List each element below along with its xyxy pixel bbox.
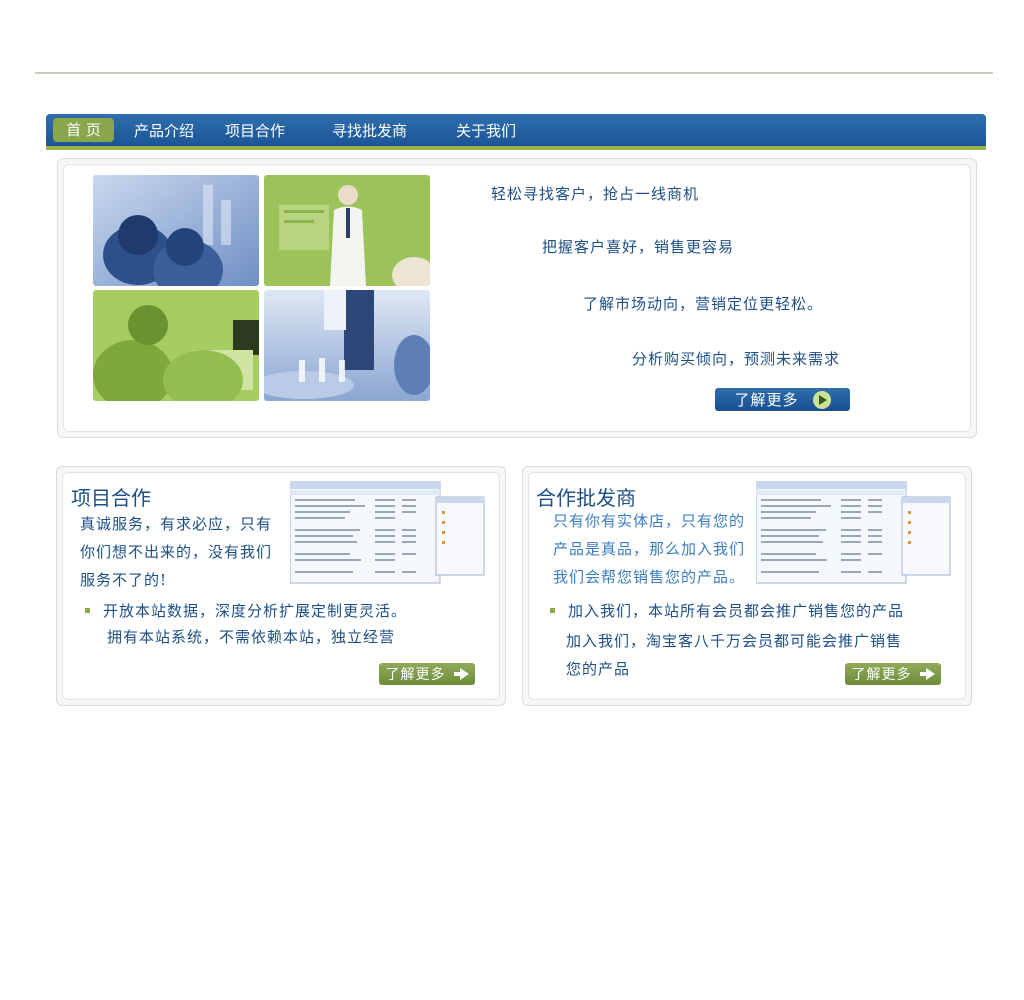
project-intro-line-2: 你们想不出来的，没有我们 [80, 543, 273, 561]
top-divider [35, 72, 993, 74]
photo-people-blue [93, 175, 259, 286]
project-bullet-subtext: 拥有本站系统，不需依赖本站，独立经营 [107, 628, 396, 646]
wholesale-software-screenshot [756, 481, 952, 585]
project-software-screenshot [290, 481, 486, 585]
hero-photo-collage [93, 175, 430, 401]
photo-meeting-blue [264, 290, 430, 401]
hero-line-1: 轻松寻找客户，抢占一线商机 [491, 185, 700, 203]
nav-find-wholesaler[interactable]: 寻找批发商 [332, 120, 407, 141]
hero-line-3: 了解市场动向，营销定位更轻松。 [583, 295, 824, 313]
hero-learn-more-button[interactable]: 了解更多 [715, 388, 850, 411]
nav-home[interactable]: 首 页 [53, 118, 114, 142]
hero-line-2: 把握客户喜好，销售更容易 [542, 238, 735, 256]
project-intro-line-3: 服务不了的! [80, 571, 168, 589]
wholesale-bullet-text: 加入我们，本站所有会员都会推广销售您的产品 [568, 602, 905, 620]
project-learn-more-label: 了解更多 [385, 667, 446, 683]
project-title: 项目合作 [71, 486, 151, 510]
wholesale-bullet-subtext-2: 您的产品 [566, 660, 631, 678]
arrow-right-icon [453, 668, 469, 680]
project-bullet-text: 开放本站数据，深度分析扩展定制更灵活。 [103, 602, 408, 620]
nav-projects[interactable]: 项目合作 [225, 120, 285, 141]
project-bullet-marker [85, 608, 90, 613]
nav-products[interactable]: 产品介绍 [134, 120, 194, 141]
hero-learn-more-label: 了解更多 [734, 391, 799, 409]
photo-laptop-green [93, 290, 259, 401]
nav-about[interactable]: 关于我们 [456, 120, 516, 141]
wholesale-bullet-marker [550, 608, 555, 613]
main-nav: 首 页 产品介绍 项目合作 寻找批发商 关于我们 [46, 114, 986, 150]
wholesale-intro-line-2: 产品是真品，那么加入我们 [553, 540, 746, 558]
wholesale-intro-line-1: 只有你有实体店，只有您的 [553, 512, 746, 530]
wholesale-bullet-subtext: 加入我们，淘宝客八千万会员都可能会推广销售 [566, 632, 903, 650]
wholesale-learn-more-button[interactable]: 了解更多 [845, 663, 941, 685]
wholesale-learn-more-label: 了解更多 [851, 667, 912, 683]
wholesale-intro-line-3: 我们会帮您销售您的产品。 [553, 568, 746, 586]
project-intro-line-1: 真诚服务，有求必应，只有 [80, 515, 273, 533]
arrow-right-icon [812, 390, 831, 409]
project-learn-more-button[interactable]: 了解更多 [379, 663, 475, 685]
arrow-right-icon [919, 668, 935, 680]
photo-presenter-green [264, 175, 430, 286]
hero-line-4: 分析购买倾向，预测未来需求 [632, 350, 841, 368]
